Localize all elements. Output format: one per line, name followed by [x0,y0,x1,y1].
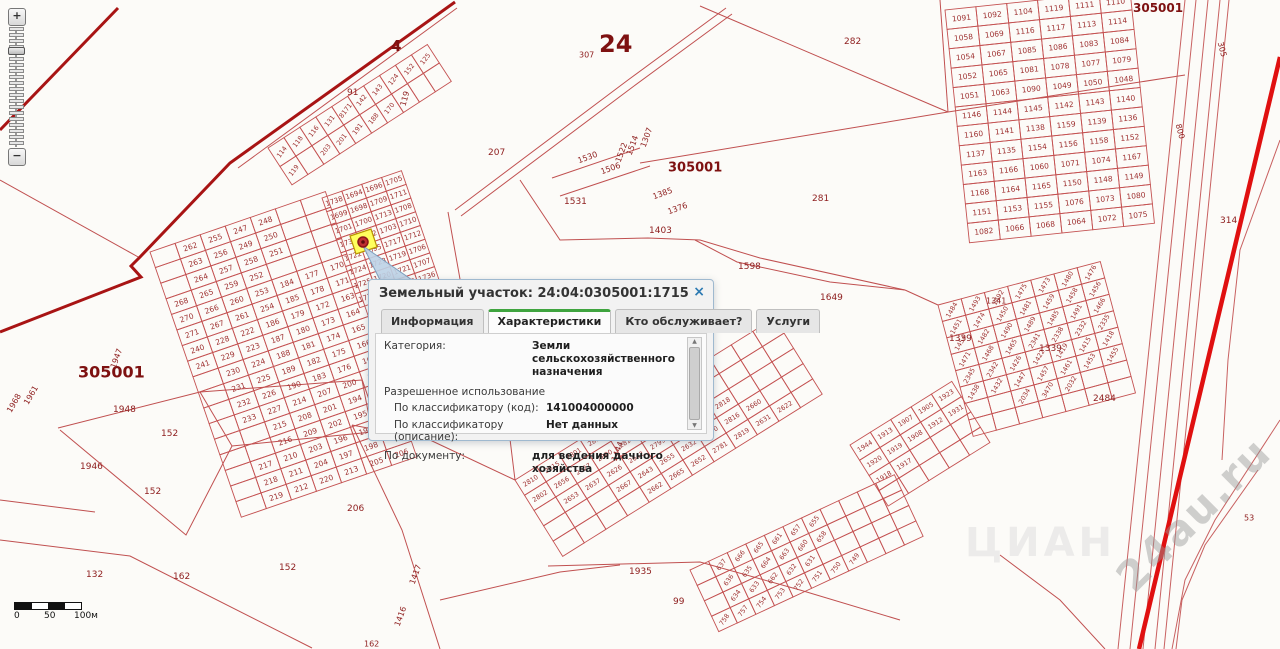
zoom-slider-track[interactable] [8,27,24,147]
zoom-tick [9,105,24,109]
scale-bar-segment [65,603,82,609]
area-label: 1649 [820,293,843,303]
area-label: 1531 [564,197,587,207]
area-label: 282 [844,37,861,47]
area-label: 314 [1220,216,1237,226]
zoom-tick [9,81,24,85]
zoom-tick [9,93,24,97]
zoom-tick [9,57,24,61]
scroll-up-icon[interactable]: ▲ [692,338,697,345]
popup-scrollbar[interactable]: ▲ ▼ [687,337,702,430]
document-value: для ведения дачного хозяйства [532,450,684,476]
category-value: Земли сельскохозяйственного назначения [532,340,684,379]
cadastral-map-app: 2622552472482632562492502642572582512682… [0,0,1280,649]
popup-title: Земельный участок: 24:04:0305001:1715 [379,286,683,301]
area-label: 53 [1244,514,1254,523]
permitted-use-section-label: Разрешенное использование [384,386,684,398]
area-label: 1935 [629,567,652,577]
area-label: 2484 [1093,394,1116,404]
zoom-tick [9,63,24,67]
zoom-tick [9,75,24,79]
category-label: Категория: [384,340,532,379]
area-label: 99 [673,597,685,607]
scroll-down-icon[interactable]: ▼ [692,422,697,429]
zoom-tick [9,123,24,127]
area-label: 1339 [949,334,972,344]
area-label: 305001 [668,161,722,176]
area-label: 1948 [113,405,136,415]
area-label: 207 [488,148,505,158]
popup-tabs: Информация Характеристики Кто обслуживае… [381,309,701,333]
document-label: По документу: [384,450,532,476]
zoom-in-button[interactable]: + [8,8,26,26]
tab-kto-obsluzhivaet[interactable]: Кто обслуживает? [615,309,752,333]
zoom-tick [9,39,24,43]
parcel-marker-dot [361,240,365,244]
area-label: 152 [144,487,161,497]
classifier-code-label: По классификатору (код): [384,402,546,415]
zoom-tick [9,117,24,121]
scale-bar-segment [48,603,65,609]
scale-bar-graphic [14,602,82,610]
tab-kharakteristiki[interactable]: Характеристики [488,309,612,333]
area-label: 1946 [80,462,103,472]
scrollbar-thumb[interactable] [689,347,700,420]
area-label: 152 [161,429,178,439]
parcel-popup: Земельный участок: 24:04:0305001:1715 × … [368,279,714,441]
area-label: 1403 [649,226,672,236]
area-label: 281 [812,194,829,204]
zoom-tick [9,27,24,31]
zoom-tick [9,135,24,139]
area-label: 162 [173,572,190,582]
area-label: 162 [364,640,379,649]
scale-label-100: 100м [74,611,98,621]
zoom-out-button[interactable]: − [8,148,26,166]
area-label: 305001 [1133,1,1183,15]
cian-watermark: ЦИАН [965,520,1116,566]
zoom-tick [9,129,24,133]
scale-bar-segment [32,603,49,609]
close-icon[interactable]: × [693,284,705,300]
area-label: 4 [391,37,401,55]
area-label: 24 [599,30,632,58]
zoom-tick [9,69,24,73]
scale-label-50: 50 [44,611,74,621]
area-label: 1339 [1039,344,1062,354]
zoom-control: + − [8,8,30,166]
classifier-code-value: 141004000000 [546,402,684,415]
scale-label-0: 0 [14,611,44,621]
area-label: 132 [86,570,103,580]
zoom-slider-handle[interactable] [8,47,25,55]
area-label: 1598 [738,262,761,272]
zoom-tick [9,87,24,91]
popup-body: Категория: Земли сельскохозяйственного н… [375,333,707,434]
scale-bar-segment [15,603,32,609]
zoom-tick [9,99,24,103]
tab-uslugi[interactable]: Услуги [756,309,820,333]
area-label: 206 [347,504,364,514]
tab-informatsiya[interactable]: Информация [381,309,484,333]
area-label: 91 [347,88,358,98]
zoom-tick [9,111,24,115]
area-label: 152 [279,563,296,573]
scale-bar: 0 50 100м [14,602,98,621]
area-label: 1341 [986,297,1006,306]
classifier-descr-label: По классификатору (описание): [384,419,546,443]
area-label: 307 [579,51,594,60]
zoom-tick [9,33,24,37]
zoom-tick [9,141,24,145]
classifier-descr-value: Нет данных [546,419,684,443]
